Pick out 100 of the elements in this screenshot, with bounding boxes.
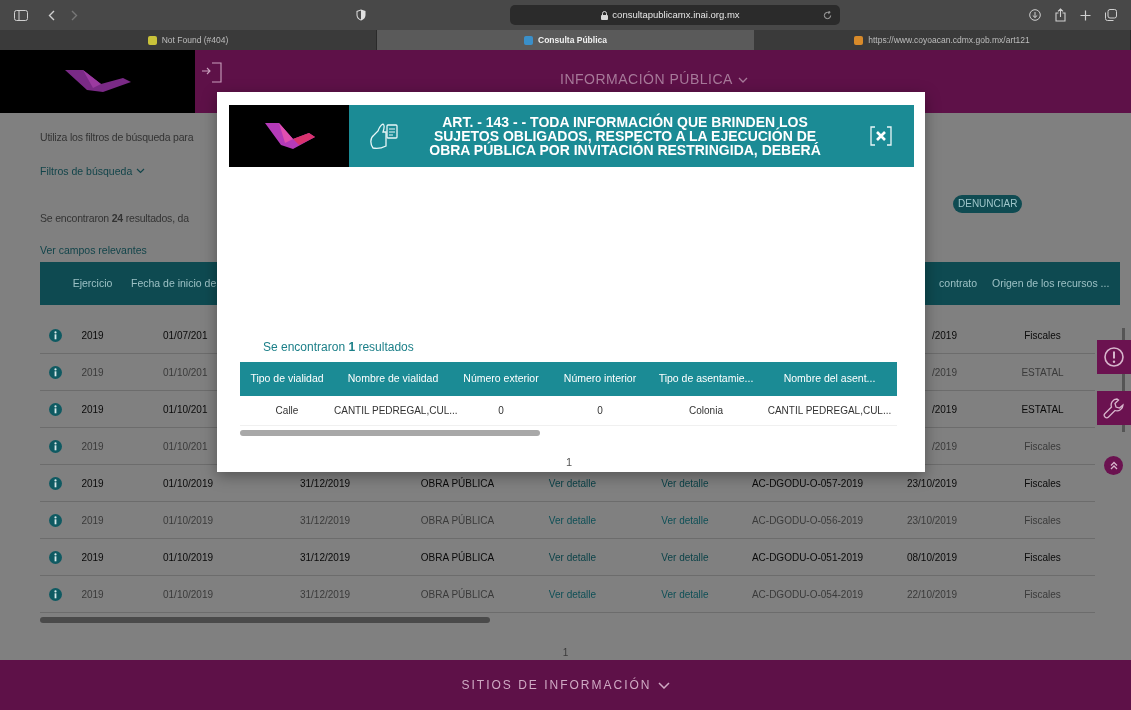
relevant-fields-link[interactable]: Ver campos relevantes	[40, 243, 147, 259]
table-cell: Colonia	[689, 405, 723, 416]
table-cell: 2019	[81, 440, 104, 452]
detail-link[interactable]: Ver detalle	[661, 477, 709, 489]
modal-title: ART. - 143 - - TODA INFORMACIÓN QUE BRINDEN LOS SUJETOS OBLIGADOS, RESPECTO A LA EJECUCIÓN DE OBRA PÚBLICA POR INVITACIÓN RESTRINGIDA, DEBERÁ	[428, 115, 822, 157]
page-number[interactable]: 1	[562, 645, 569, 661]
table-cell: ESTATAL	[1021, 403, 1064, 415]
scroll-top-button[interactable]	[1104, 456, 1123, 475]
detail-link[interactable]: Ver detalle	[548, 514, 597, 526]
results-text: Se encontraron 24 resultados, da	[40, 211, 189, 227]
arrow-up-icon	[1109, 461, 1118, 470]
table-cell: 01/10/201	[163, 440, 208, 452]
column-header[interactable]: Número exterior	[452, 371, 550, 387]
column-header[interactable]: Nombre del asent...	[762, 371, 897, 387]
table-cell: 2019	[81, 403, 104, 415]
detail-link[interactable]: Ver detalle	[548, 588, 597, 600]
lock-icon	[601, 10, 609, 20]
table-cell: AC-DGODU-O-054-2019	[751, 588, 864, 600]
column-header[interactable]: Origen de los recursos ...	[990, 275, 1120, 292]
close-icon[interactable]	[870, 126, 892, 146]
tabs-overview-icon[interactable]	[1105, 9, 1117, 21]
info-icon[interactable]	[48, 365, 62, 379]
table-cell: Fiscales	[1024, 551, 1061, 563]
table-cell: /2019	[931, 440, 957, 452]
table-cell: CANTIL PEDREGAL,CUL...	[767, 405, 892, 416]
table-cell: Fiscales	[1024, 477, 1061, 489]
table-cell: 31/12/2019	[299, 588, 351, 600]
share-icon[interactable]	[1055, 8, 1066, 22]
detail-link[interactable]: Ver detalle	[661, 514, 709, 526]
table-cell: 01/10/201	[163, 403, 208, 415]
favicon-icon	[524, 35, 533, 45]
info-icon[interactable]	[48, 328, 62, 342]
horizontal-scrollbar[interactable]	[40, 617, 490, 624]
column-header[interactable]: Nombre de vialidad	[334, 371, 452, 387]
table-cell: OBRA PÚBLICA	[420, 477, 495, 489]
column-header[interactable]: Número interior	[550, 371, 650, 387]
browser-tab[interactable]: Consulta Pública	[377, 30, 754, 50]
table-cell: 22/10/2019	[906, 588, 957, 600]
chevron-down-icon[interactable]	[657, 681, 670, 689]
table-cell: /2019	[931, 329, 957, 341]
reload-icon[interactable]	[823, 10, 832, 20]
report-button[interactable]: DENUNCIAR	[953, 194, 1023, 213]
table-cell: 2019	[81, 329, 104, 341]
table-cell: CANTIL PEDREGAL,CUL...	[334, 405, 458, 416]
wrench-icon	[1103, 397, 1125, 419]
column-header[interactable]: Tipo de asentamie...	[650, 371, 762, 387]
alert-icon	[1104, 347, 1124, 367]
table-cell: 0	[597, 405, 603, 416]
detail-link[interactable]: Ver detalle	[548, 551, 597, 563]
table-cell: 01/10/201	[163, 366, 208, 378]
table-cell: /2019	[931, 403, 957, 415]
table-cell: 23/10/2019	[906, 514, 957, 526]
info-icon[interactable]	[48, 550, 62, 564]
info-icon[interactable]	[48, 513, 62, 527]
filters-link[interactable]: Filtros de búsqueda	[40, 163, 133, 180]
table-cell: 01/10/2019	[163, 588, 214, 600]
favicon-icon	[854, 35, 864, 45]
tools-button[interactable]	[1097, 391, 1131, 425]
modal-results-text: Se encontraron 1 resultados	[263, 339, 415, 356]
table-cell: OBRA PÚBLICA	[420, 551, 495, 563]
column-header[interactable]: Tipo de vialidad	[240, 371, 334, 387]
table-cell: /2019	[931, 366, 957, 378]
footer-title[interactable]: SITIOS DE INFORMACIÓN	[461, 676, 652, 695]
column-header[interactable]: Ejercicio	[70, 275, 115, 292]
table-cell: Fiscales	[1024, 514, 1061, 526]
shield-icon[interactable]	[356, 9, 366, 21]
table-cell: 2019	[81, 588, 104, 600]
address-field[interactable]: consultapublicamx.inai.org.mx	[510, 5, 840, 25]
table-cell: 31/12/2019	[299, 477, 351, 489]
back-icon[interactable]	[48, 9, 55, 21]
info-icon[interactable]	[48, 476, 62, 490]
table-cell: 01/10/2019	[163, 514, 214, 526]
modal-horizontal-scrollbar[interactable]	[240, 430, 540, 436]
table-cell: 01/10/2019	[163, 477, 214, 489]
sidebar-icon[interactable]	[14, 9, 28, 21]
table-cell: 31/12/2019	[299, 514, 351, 526]
chevron-down-icon[interactable]	[737, 76, 748, 83]
intro-text: Utiliza los filtros de búsqueda para	[40, 129, 194, 145]
table-cell: AC-DGODU-O-051-2019	[751, 551, 864, 563]
table-cell: 2019	[81, 551, 104, 563]
info-icon[interactable]	[48, 439, 62, 453]
table-cell: Calle	[275, 405, 299, 416]
login-icon[interactable]	[201, 62, 223, 84]
download-icon[interactable]	[1029, 9, 1041, 21]
table-cell: 2019	[81, 514, 104, 526]
alert-button[interactable]	[1097, 340, 1131, 374]
info-icon[interactable]	[48, 587, 62, 601]
table-cell: Fiscales	[1024, 440, 1061, 452]
new-tab-icon[interactable]	[1080, 9, 1091, 21]
table-cell: 0	[498, 405, 504, 416]
table-cell: Fiscales	[1024, 329, 1061, 341]
table-cell: 23/10/2019	[906, 477, 957, 489]
header-title: INFORMACIÓN PÚBLICA	[560, 70, 733, 89]
page-number[interactable]: 1	[565, 454, 573, 471]
detail-link[interactable]: Ver detalle	[661, 588, 709, 600]
hand-document-icon	[369, 122, 399, 150]
info-icon[interactable]	[48, 402, 62, 416]
detail-link[interactable]: Ver detalle	[661, 551, 709, 563]
detail-link[interactable]: Ver detalle	[548, 477, 597, 489]
table-cell: AC-DGODU-O-056-2019	[751, 514, 864, 526]
